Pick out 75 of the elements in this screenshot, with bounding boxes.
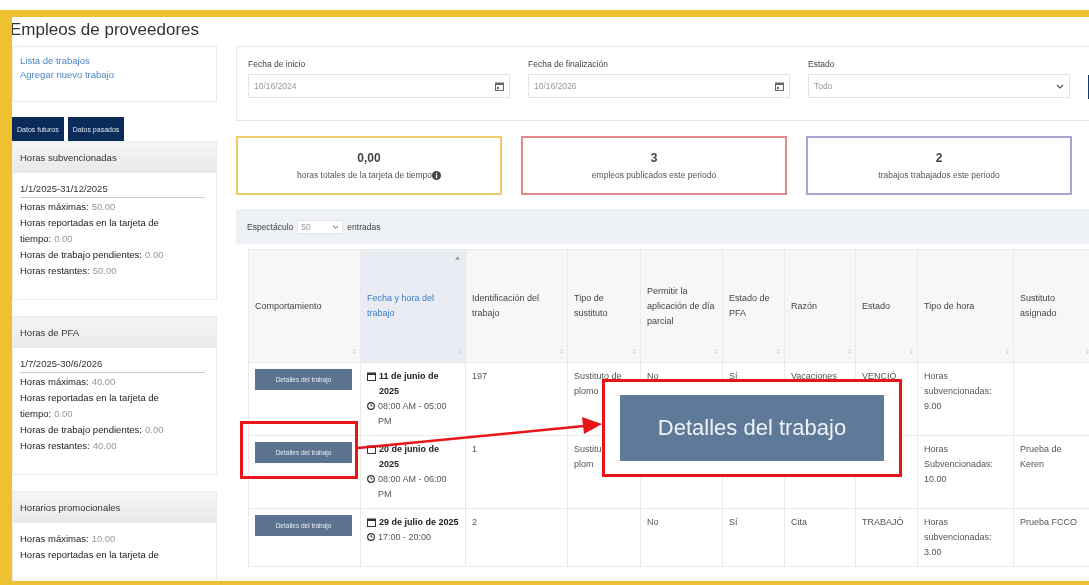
- column-header[interactable]: Sustituto asignado: [1013, 249, 1089, 363]
- table-cell: Prueba de Keren: [1020, 444, 1062, 469]
- job-details-button[interactable]: Detalles del trabajo: [620, 395, 884, 461]
- calendar-icon: [367, 445, 376, 454]
- clock-icon: [367, 402, 375, 410]
- page-title: Empleos de proveedores: [12, 19, 200, 41]
- column-header[interactable]: Fecha y hora del trabajo: [360, 249, 466, 363]
- table-cell: 197: [472, 371, 488, 381]
- table-cell: No: [647, 371, 659, 381]
- job-time: 08:00 AM - 06:00 PM: [378, 473, 448, 501]
- card-title: Horas subvencionadas: [20, 152, 117, 163]
- info-icon: [432, 170, 442, 180]
- table-cell: VENCIÓ: [862, 371, 897, 381]
- field-label: Estado: [808, 59, 836, 69]
- hours-line: Horas máximas: 40.00: [20, 375, 117, 389]
- table-cell: 1: [472, 444, 477, 454]
- clock-icon: [367, 533, 375, 541]
- table-cell: Cita: [791, 517, 807, 527]
- table-cell: Vacaciones: [791, 371, 837, 381]
- job-time: 08:00 AM - 05:00 PM: [378, 400, 448, 428]
- sidebar-link[interactable]: Agregar nuevo trabajo: [20, 69, 209, 80]
- column-header[interactable]: Identificación del trabajo: [465, 249, 568, 363]
- job-time: 17:00 - 20:00: [378, 531, 432, 544]
- hours-line: Horas reportadas en la tarjeta de: [20, 548, 160, 562]
- clock-icon: [367, 475, 375, 483]
- table-cell: No: [647, 517, 659, 527]
- column-header[interactable]: Razón: [784, 249, 856, 363]
- table-cell: Sustitu plom: [574, 444, 602, 469]
- calendar-icon: [775, 81, 784, 91]
- table-cell: Sustituto de plomo: [574, 371, 622, 396]
- table-cell: 2: [472, 517, 477, 527]
- period-text: 1/1/2025-31/12/2025: [20, 181, 205, 198]
- entries-label: entradas: [347, 221, 381, 232]
- table-cell: Sí: [729, 517, 738, 527]
- sort-up-icon: [455, 256, 460, 260]
- hours-line: Horas restantes: 40.00: [20, 439, 118, 453]
- hours-line: Horas máximas: 10.00: [20, 532, 117, 546]
- card-title: Horarios promocionales: [20, 502, 121, 513]
- column-header[interactable]: Tipo de sustituto: [567, 249, 641, 363]
- table-cell: Horas Subvencionadas: 10.00: [924, 444, 994, 484]
- hours-line: Horas restantes: 50.00: [20, 264, 118, 278]
- chevron-down-icon: [1056, 83, 1064, 89]
- hours-line: Horas reportadas en la tarjeta de tiempo: 0.00: [20, 216, 160, 246]
- field-label: Fecha de inicio: [248, 59, 307, 69]
- calendar-icon: [495, 81, 504, 91]
- hours-line: Horas de trabajo pendientes: 0.00: [20, 423, 165, 437]
- hours-line: Horas máximas: 50.00: [20, 200, 117, 214]
- column-header[interactable]: Tipo de hora: [917, 249, 1014, 363]
- stat-value: 2: [935, 151, 943, 165]
- period-text: 1/7/2025-30/6/2026: [20, 356, 205, 373]
- table-cell: Prueba FCCO: [1020, 517, 1078, 527]
- calendar-icon: [367, 372, 376, 381]
- column-header[interactable]: Permitir la aplicación de día parcial: [640, 249, 723, 363]
- show-label: Espectáculo: [247, 221, 294, 232]
- chevron-down-icon: [332, 224, 340, 229]
- stat-value: 3: [650, 151, 658, 165]
- stat-label: trabajos trabajados este periodo: [878, 170, 1000, 180]
- column-header[interactable]: Estado: [855, 249, 918, 363]
- column-header[interactable]: Estado de PFA: [722, 249, 785, 363]
- column-header[interactable]: Comportamiento: [248, 249, 361, 363]
- field-label: Fecha de finalización: [528, 59, 609, 69]
- calendar-icon: [367, 518, 376, 527]
- hours-line: Horas de trabajo pendientes: 0.00: [20, 248, 165, 262]
- table-cell: TRABAJÓ: [862, 517, 904, 527]
- job-date: 29 de julio de 2025: [379, 516, 459, 529]
- card-title: Horas de PFA: [20, 327, 80, 338]
- sidebar-link[interactable]: Lista de trabajos: [20, 55, 209, 66]
- stat-label: empleos publicados este periodo: [591, 170, 717, 180]
- stat-value: 0,00: [357, 151, 381, 165]
- table-cell: Sí: [729, 371, 738, 381]
- hours-line: Horas reportadas en la tarjeta de tiempo: 0.00: [20, 391, 160, 421]
- table-cell: Horas subvencionadas: 9.00: [924, 371, 992, 411]
- job-date: 11 de junio de 2025: [379, 370, 440, 398]
- table-cell: Horas subvencionadas: 3.00: [924, 517, 992, 557]
- stat-label: horas totales de la tarjeta de tiempo: [296, 170, 433, 180]
